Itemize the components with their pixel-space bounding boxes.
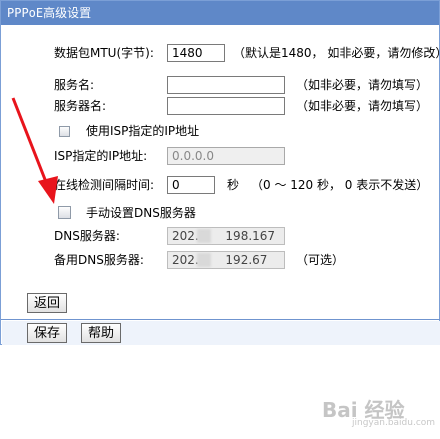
idle-interval-label: 在线检测间隔时间: (54, 178, 155, 192)
panel-title: PPPoE高级设置 (1, 1, 439, 25)
service-name-label: 服务名: (54, 78, 95, 92)
help-button[interactable]: 帮助 (81, 323, 121, 343)
mtu-input[interactable] (167, 44, 225, 62)
isp-ip-checkbox[interactable] (59, 126, 70, 137)
mtu-label: 数据包MTU(字节): (54, 46, 154, 60)
isp-ip-checkbox-label: 使用ISP指定的IP地址 (86, 124, 200, 138)
service-name-input[interactable] (167, 76, 285, 94)
watermark-url: jingyan.baidu.com (352, 418, 436, 428)
dns-label: DNS服务器: (54, 229, 120, 243)
service-name-hint: （如非必要，请勿填写） (296, 78, 429, 92)
server-name-input[interactable] (167, 97, 285, 115)
server-name-hint: （如非必要，请勿填写） (296, 99, 429, 113)
back-button[interactable]: 返回 (27, 293, 67, 313)
bottom-bar (2, 321, 440, 345)
mtu-hint: （默认是1480， 如非必要，请勿修改） (233, 46, 440, 60)
redaction-blur (197, 253, 211, 267)
dns-input[interactable] (167, 227, 285, 245)
redaction-blur (197, 229, 211, 243)
divider (1, 319, 440, 320)
idle-interval-unit: 秒 (227, 178, 240, 192)
idle-interval-input[interactable] (167, 176, 215, 194)
idle-interval-hint: （0 ～ 120 秒， 0 表示不发送） (251, 178, 429, 192)
isp-ip-label: ISP指定的IP地址: (54, 149, 148, 163)
server-name-label: 服务器名: (54, 99, 107, 113)
alt-dns-hint: （可选） (296, 253, 345, 267)
save-button[interactable]: 保存 (27, 323, 67, 343)
alt-dns-label: 备用DNS服务器: (54, 253, 144, 267)
settings-panel: PPPoE高级设置 数据包MTU(字节): （默认是1480， 如非必要，请勿修… (0, 0, 440, 345)
alt-dns-input[interactable] (167, 251, 285, 269)
isp-ip-input[interactable] (167, 147, 285, 165)
manual-dns-checkbox-label: 手动设置DNS服务器 (86, 206, 196, 220)
manual-dns-checkbox[interactable] (58, 206, 71, 219)
